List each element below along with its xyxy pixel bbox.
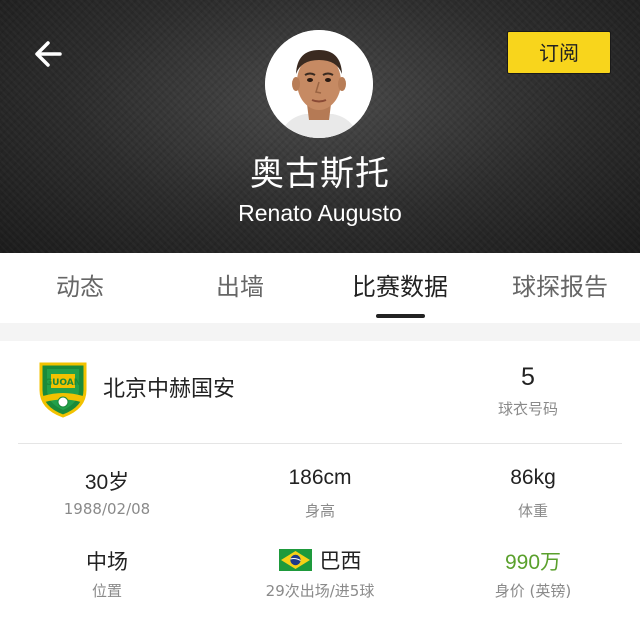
market-value: 990万 [504, 551, 562, 574]
appearances-label: 29次出场/进5球 [265, 582, 375, 600]
tab-scout-report[interactable]: 球探报告 [480, 253, 640, 323]
player-header: 订阅 奥古斯托 Renato Augusto [0, 0, 640, 253]
height-value: 186cm [288, 466, 352, 489]
player-name-en: Renato Augusto [238, 200, 402, 226]
jersey-number-label: 球衣号码 [497, 400, 558, 418]
team-name: 北京中赫国安 [103, 377, 236, 402]
tab-appearances[interactable]: 出墙 [160, 253, 320, 323]
height-label: 身高 [304, 502, 335, 520]
back-button[interactable] [30, 34, 70, 74]
subscribe-button[interactable]: 订阅 [507, 31, 611, 74]
tab-news[interactable]: 动态 [0, 253, 160, 323]
age-value: 30岁 [84, 471, 130, 494]
weight-value: 86kg [510, 466, 556, 489]
active-tab-indicator [376, 314, 425, 318]
divider [18, 443, 622, 444]
weight-label: 体重 [517, 502, 548, 520]
back-arrow-icon [35, 41, 62, 67]
jersey-number: 5 [521, 363, 535, 391]
brazil-flag-icon [278, 549, 312, 571]
position-value: 中场 [86, 551, 128, 574]
player-name-cn: 奥古斯托 [250, 154, 390, 194]
guoan-crest-icon: GUOAN [39, 362, 87, 418]
tab-bar: 动态 出墙 比赛数据 球探报告 [0, 253, 640, 323]
position-label: 位置 [91, 582, 122, 600]
market-value-label: 身价 (英镑) [494, 582, 572, 600]
birthdate-label: 1988/02/08 [63, 500, 151, 518]
player-avatar [265, 30, 373, 138]
tab-match-data[interactable]: 比赛数据 [320, 253, 480, 323]
nationality-text: 巴西 [319, 550, 362, 573]
svg-text:GUOAN: GUOAN [45, 378, 82, 388]
nationality-value: 巴西 [230, 545, 410, 575]
